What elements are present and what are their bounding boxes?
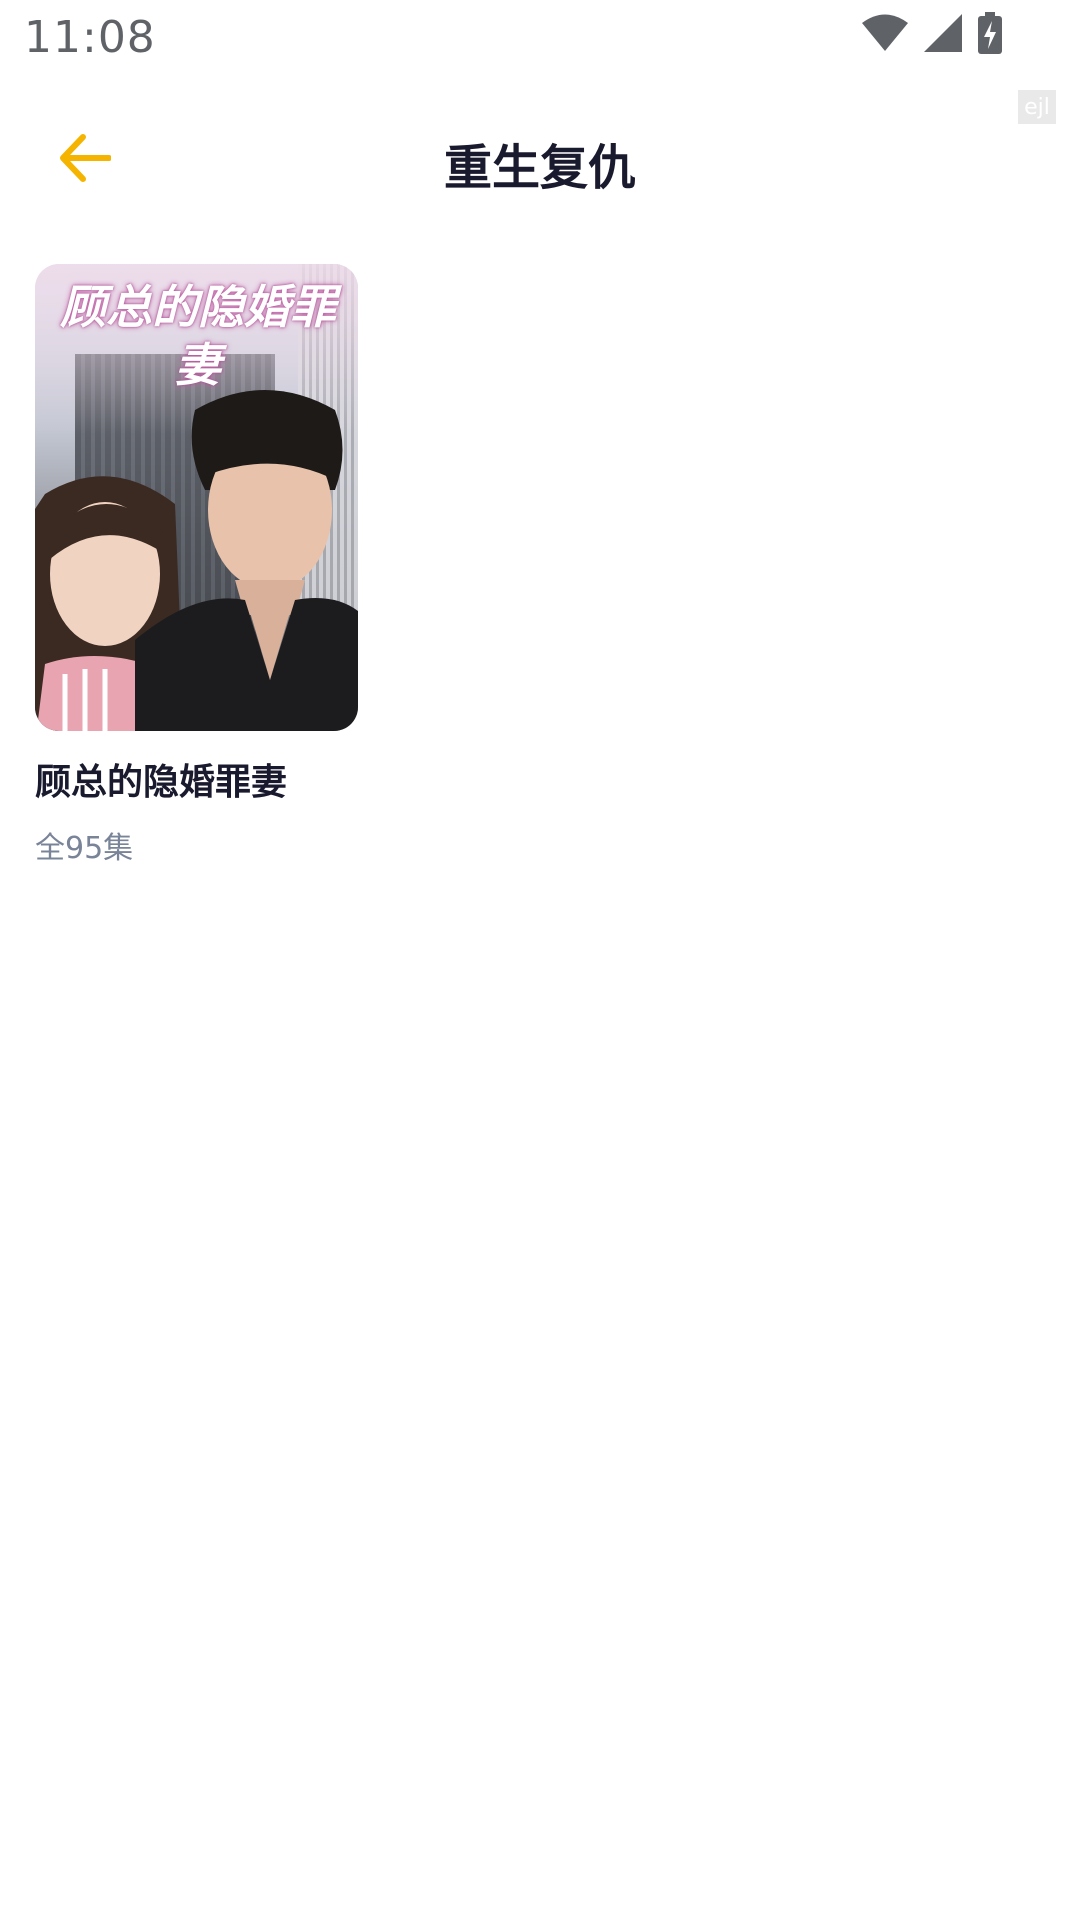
- status-time: 11:08: [24, 12, 156, 63]
- signal-icon: [924, 14, 962, 56]
- drama-card[interactable]: 顾总的隐婚罪妻 顾总的隐婚罪妻 全95集: [35, 264, 358, 867]
- status-icons: [862, 12, 1002, 58]
- header: 重生复仇: [0, 110, 1080, 210]
- drama-title[interactable]: 顾总的隐婚罪妻: [35, 753, 358, 805]
- screen: 11:08 ejl 重生复仇 顾总的隐婚罪妻 顾总的隐婚罪妻 全95集: [0, 0, 1080, 1920]
- wifi-icon: [862, 14, 908, 56]
- drama-grid: 顾总的隐婚罪妻 顾总的隐婚罪妻 全95集: [35, 264, 1045, 867]
- cover-title: 顾总的隐婚罪妻: [60, 280, 336, 392]
- battery-charging-icon: [978, 12, 1002, 58]
- page-title: 重生复仇: [443, 140, 636, 196]
- episode-count: 全95集: [35, 831, 134, 866]
- cover-man-figure: [135, 390, 358, 731]
- status-bar: 11:08: [0, 0, 1080, 72]
- drama-cover-image[interactable]: 顾总的隐婚罪妻: [35, 264, 358, 731]
